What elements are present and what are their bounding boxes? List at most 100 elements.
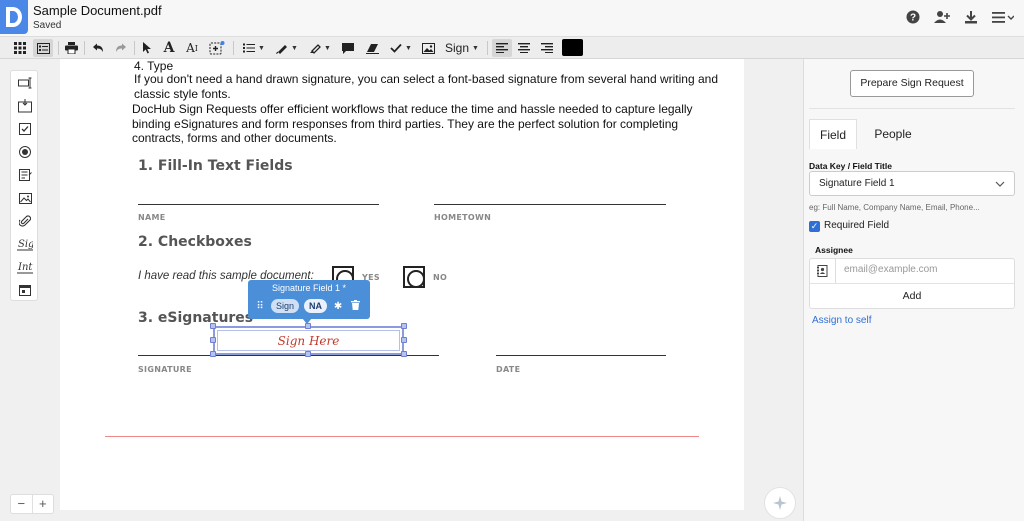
help-icon[interactable]: ? [906, 10, 920, 26]
resize-handle[interactable] [401, 351, 407, 357]
add-user-icon[interactable] [934, 10, 950, 26]
date-field-icon[interactable] [16, 281, 34, 299]
right-panel: Prepare Sign Request Field People Data K… [803, 59, 1024, 521]
resize-handle[interactable] [401, 337, 407, 343]
required-field-checkbox[interactable]: ✓ [809, 221, 820, 232]
signature-line [138, 355, 439, 356]
name-line[interactable] [138, 204, 379, 205]
data-key-label: Data Key / Field Title [809, 161, 892, 171]
document-page: 4. Type If you don't need a hand drawn s… [60, 59, 744, 510]
field-title-hint: eg: Full Name, Company Name, Email, Phon… [809, 203, 980, 212]
document-title[interactable]: Sample Document.pdf [33, 3, 162, 18]
radio-field-icon[interactable] [16, 143, 34, 161]
comment-icon[interactable] [340, 39, 356, 57]
tab-field[interactable]: Field [809, 119, 857, 149]
required-asterisk-icon[interactable]: ✱ [332, 301, 344, 312]
resize-handle[interactable] [210, 323, 216, 329]
signature-icon[interactable]: Sig [16, 235, 34, 253]
date-line[interactable] [496, 355, 666, 356]
signature-label: SIGNATURE [138, 365, 192, 374]
section-checkboxes-heading: 2. Checkboxes [138, 234, 252, 250]
redo-icon[interactable] [113, 39, 129, 57]
hometown-line[interactable] [434, 204, 666, 205]
list-icon[interactable]: ▼ [241, 39, 267, 57]
drag-handle-icon[interactable]: ⠿ [254, 301, 266, 312]
checkbox-field-icon[interactable] [16, 120, 34, 138]
resize-handle[interactable] [305, 351, 311, 357]
required-field-label: Required Field [824, 220, 890, 231]
na-button[interactable]: NA [304, 299, 328, 313]
grid-icon[interactable] [12, 39, 28, 57]
contact-book-icon[interactable] [810, 259, 836, 283]
save-status: Saved [33, 20, 62, 31]
chevron-down-icon [995, 172, 1005, 196]
print-icon[interactable] [63, 39, 79, 57]
svg-text:Sig: Sig [18, 239, 33, 250]
resize-handle[interactable] [210, 351, 216, 357]
name-label: NAME [138, 213, 166, 222]
sign-button[interactable]: Sign [271, 299, 300, 313]
select-icon[interactable] [140, 39, 154, 57]
no-checkbox[interactable] [403, 266, 425, 288]
assign-to-self-link[interactable]: Assign to self [812, 315, 871, 326]
eraser-icon[interactable] [363, 39, 381, 57]
assignee-box: email@example.com Add [809, 258, 1015, 309]
field-tools-rail: Sig Int [10, 70, 38, 301]
field-popup-title: Signature Field 1 * [271, 283, 347, 293]
zoom-controls: − + [10, 494, 54, 514]
add-assignee-button[interactable]: Add [810, 284, 1014, 309]
check-icon[interactable]: ▼ [388, 39, 414, 57]
page-break-line [105, 436, 699, 437]
image-field-icon[interactable] [16, 189, 34, 207]
tab-people[interactable]: People [865, 119, 921, 149]
ai-assistant-icon[interactable] [764, 487, 796, 519]
attachment-icon[interactable] [16, 212, 34, 230]
download-icon[interactable] [964, 10, 978, 26]
text-field-icon[interactable] [16, 74, 34, 92]
assignee-label: Assignee [815, 245, 853, 255]
intro-paragraph: DocHub Sign Requests offer efficient wor… [132, 102, 693, 145]
svg-text:?: ? [910, 13, 916, 24]
thumbnails-icon[interactable] [33, 39, 53, 57]
dochub-logo[interactable] [0, 0, 28, 34]
date-label: DATE [496, 365, 521, 374]
section-esignatures-heading: 3. eSignatures [138, 310, 254, 326]
highlight-icon[interactable]: ▼ [307, 39, 333, 57]
undo-icon[interactable] [90, 39, 106, 57]
field-popup: Signature Field 1 * ⠿ Sign NA ✱ [248, 280, 370, 324]
field-title-value: Signature Field 1 [819, 178, 895, 189]
align-left-icon[interactable] [492, 39, 512, 57]
zoom-in-button[interactable]: + [33, 495, 54, 513]
main-toolbar: A AI ▼ ▼ ▼ ▼ Sign ▼ [0, 36, 1024, 59]
add-field-icon[interactable] [208, 39, 226, 57]
form-field-icon[interactable] [16, 166, 34, 184]
menu-icon[interactable] [992, 10, 1015, 26]
initials-icon[interactable]: Int [16, 258, 34, 276]
sign-menu-button[interactable]: Sign ▼ [442, 39, 482, 57]
dochub-logo-icon [6, 7, 22, 27]
section-fill-in-heading: 1. Fill-In Text Fields [138, 158, 293, 174]
no-label: NO [433, 273, 448, 282]
draw-icon[interactable]: ▼ [274, 39, 300, 57]
sign-menu-label: Sign [445, 41, 470, 55]
dropdown-field-icon[interactable] [16, 97, 34, 115]
resize-handle[interactable] [210, 337, 216, 343]
trash-icon[interactable] [349, 299, 361, 313]
text-color-swatch[interactable] [562, 39, 583, 56]
align-right-icon[interactable] [539, 39, 555, 57]
top-bar: Sample Document.pdf Saved ? [0, 0, 1024, 36]
image-icon[interactable] [420, 39, 436, 57]
text-icon[interactable]: A [161, 39, 177, 57]
type-body: If you don't need a hand drawn signature… [134, 72, 718, 101]
prepare-sign-request-button[interactable]: Prepare Sign Request [850, 70, 974, 97]
resize-handle[interactable] [401, 323, 407, 329]
align-center-icon[interactable] [516, 39, 532, 57]
text-size-icon[interactable]: AI [183, 39, 201, 57]
hometown-label: HOMETOWN [434, 213, 492, 222]
field-title-select[interactable]: Signature Field 1 [809, 171, 1015, 196]
assignee-email-input[interactable]: email@example.com [844, 264, 938, 275]
panel-tabs: Field People [809, 119, 1015, 149]
zoom-out-button[interactable]: − [11, 495, 33, 513]
sign-here-placeholder: Sign Here [277, 333, 340, 348]
svg-text:Int: Int [17, 262, 33, 273]
